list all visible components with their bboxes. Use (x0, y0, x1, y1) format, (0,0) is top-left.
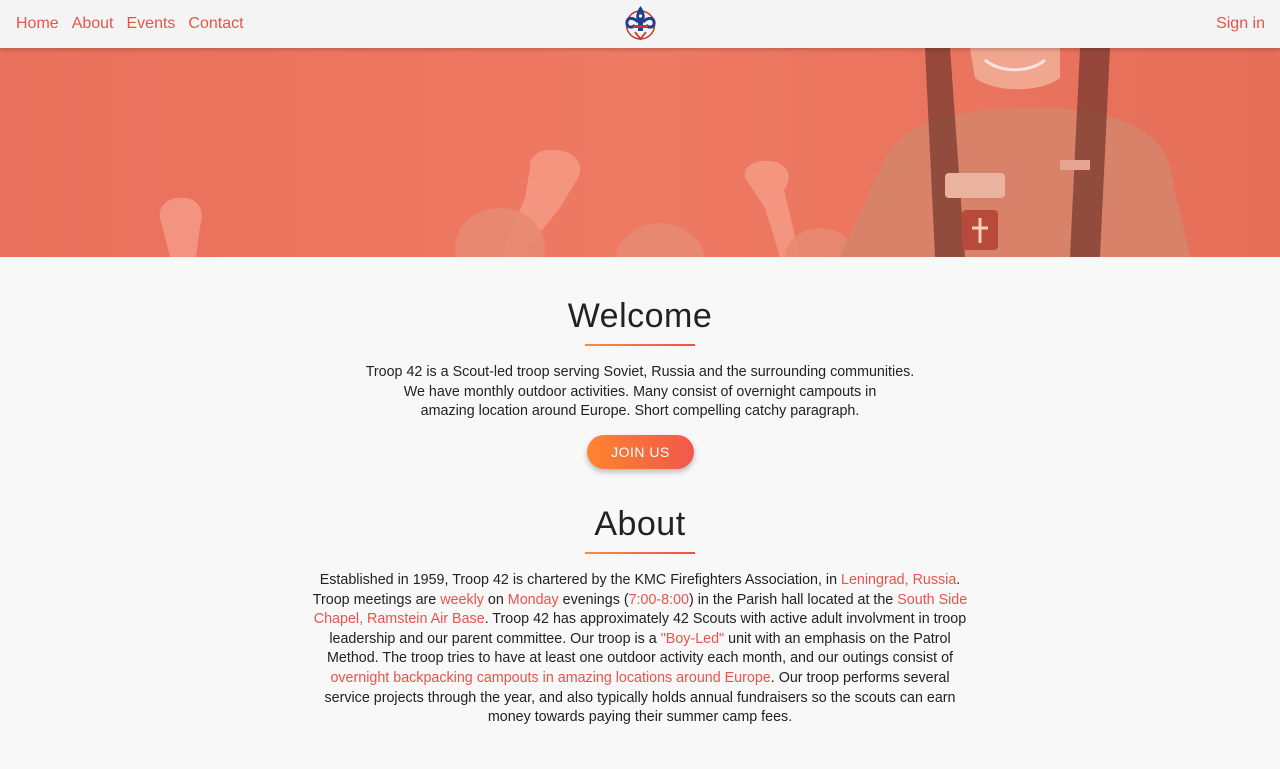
nav-contact-link[interactable]: Contact (188, 15, 243, 33)
about-text-1: Established in 1959, Troop 42 is charter… (319, 572, 842, 588)
nav-about-link[interactable]: About (72, 15, 114, 33)
nav-events-link[interactable]: Events (127, 15, 176, 33)
welcome-divider (585, 344, 695, 346)
nav-links: Home About Events Contact (16, 0, 257, 48)
outings-link[interactable]: overnight backpacking campouts in amazin… (330, 670, 770, 686)
nav-right: Sign in (1216, 0, 1265, 48)
about-divider (585, 552, 695, 554)
join-us-button[interactable]: JOIN US (587, 435, 694, 469)
about-paragraph: Established in 1959, Troop 42 is charter… (310, 571, 970, 728)
about-text-5: ) in the Parish hall located at the (689, 591, 898, 608)
about-text-3: on (483, 591, 508, 608)
weekly-link[interactable]: weekly (440, 592, 484, 608)
location-link[interactable]: Leningrad, Russia (841, 572, 956, 588)
time-link[interactable]: 7:00-8:00 (629, 592, 689, 608)
hero-image (0, 48, 1280, 257)
nav-home-link[interactable]: Home (16, 15, 59, 33)
welcome-line-2: We have monthly outdoor activities. Many… (403, 383, 877, 400)
welcome-heading: Welcome (567, 297, 713, 335)
monday-link[interactable]: Monday (508, 592, 559, 608)
about-text-4: evenings ( (558, 591, 629, 608)
about-heading: About (594, 505, 686, 543)
navbar: Home About Events Contact Sign in (0, 0, 1280, 48)
welcome-line-3: amazing location around Europe. Short co… (420, 403, 860, 420)
welcome-paragraph: Troop 42 is a Scout-led troop serving So… (340, 363, 940, 422)
welcome-line-1: Troop 42 is a Scout-led troop serving So… (365, 364, 915, 380)
sign-in-link[interactable]: Sign in (1216, 15, 1265, 33)
scout-logo-icon[interactable] (622, 4, 659, 44)
boy-led-link[interactable]: "Boy-Led" (661, 631, 724, 647)
